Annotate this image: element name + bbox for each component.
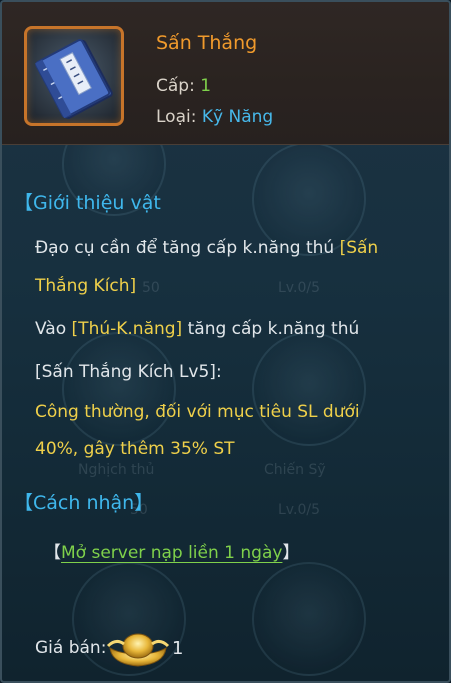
gold-ingot-icon	[106, 633, 170, 667]
bracket-open: 【	[44, 543, 61, 563]
bg-skill-slot	[252, 332, 366, 446]
item-type-row: Loại: Kỹ Năng	[156, 107, 273, 127]
bg-ghost-text: Lv.0/5	[278, 502, 320, 518]
intro-text: tăng cấp k.năng thú	[182, 319, 360, 339]
obtain-link[interactable]: Mở server nạp liền 1 ngày	[61, 543, 282, 563]
price-value: 1	[172, 638, 184, 659]
bg-ghost-text: 50	[142, 280, 160, 296]
bg-ghost-text: Chiến Sỹ	[264, 462, 326, 478]
item-type-value: Kỹ Năng	[201, 107, 274, 127]
bracket-close: 】	[282, 543, 300, 563]
item-level-value: 1	[200, 76, 212, 96]
intro-text: Vào	[35, 319, 72, 339]
skill-book-icon	[35, 39, 113, 119]
item-level-label: Cấp:	[156, 76, 195, 96]
item-level-row: Cấp: 1	[156, 76, 211, 96]
obtain-row: 【Mở server nạp liền 1 ngày】	[44, 538, 299, 563]
item-tooltip-panel: 50 Lv.0/5 Nghịch thủ Chiến Sỹ 50 Lv.0/5 …	[0, 0, 451, 683]
section-heading-obtain: 【Cách nhận】	[14, 492, 154, 514]
item-name: Sấn Thắng	[156, 32, 258, 54]
item-icon-frame[interactable]	[24, 26, 124, 126]
intro-text: Đạo cụ cần để tăng cấp k.năng thú	[35, 238, 340, 258]
bg-ghost-text: Lv.0/5	[278, 280, 320, 296]
intro-line: Vào [Thú-K.năng] tăng cấp k.năng thú	[35, 319, 359, 339]
intro-highlight: [Thú-K.năng]	[71, 319, 183, 339]
section-heading-intro: 【Giới thiệu vật	[14, 192, 161, 214]
intro-effect-line: Công thường, đối với mục tiêu SL dưới	[35, 402, 360, 422]
bg-skill-slot	[62, 332, 176, 446]
intro-line: Đạo cụ cần để tăng cấp k.năng thú [Sấn	[35, 238, 378, 258]
item-type-label: Loại:	[156, 107, 197, 127]
intro-line: [Sấn Thắng Kích Lv5]:	[35, 362, 222, 382]
price-label: Giá bán:	[35, 638, 107, 658]
intro-effect-line: 40%, gây thêm 35% ST	[35, 439, 235, 459]
intro-line: Thắng Kích]	[35, 276, 137, 296]
bg-skill-slot	[252, 562, 366, 676]
intro-highlight: [Sấn	[339, 238, 379, 258]
bg-ghost-text: Nghịch thủ	[78, 462, 155, 478]
